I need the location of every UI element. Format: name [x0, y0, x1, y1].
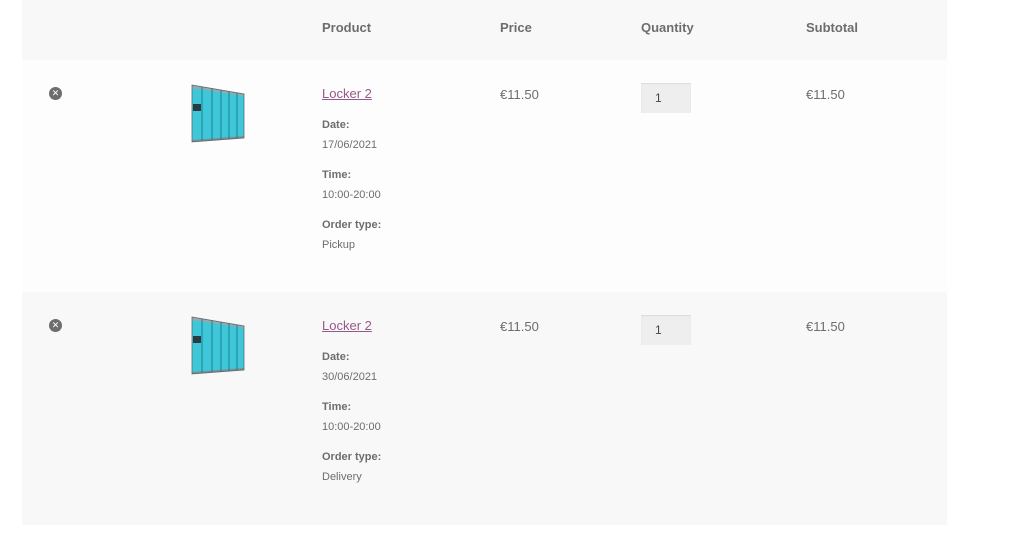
product-name-link[interactable]: Locker 2 — [322, 318, 482, 334]
time-value: 10:00-20:00 — [322, 189, 381, 201]
cart-table-header: Product Price Quantity Subtotal — [22, 0, 947, 60]
quantity-input[interactable] — [641, 83, 691, 113]
close-circle-icon: ✕ — [51, 320, 60, 330]
product-details: Locker 2 Date: 30/06/2021 Time: 10:00-20… — [322, 318, 482, 484]
product-name-link[interactable]: Locker 2 — [322, 86, 482, 102]
order-type-label: Order type: — [322, 451, 382, 463]
order-type-label: Order type: — [322, 219, 382, 231]
item-price: €11.50 — [500, 87, 539, 102]
order-type-value: Delivery — [322, 471, 362, 483]
time-label: Time: — [322, 401, 352, 413]
remove-item-button[interactable]: ✕ — [49, 87, 62, 100]
product-details: Locker 2 Date: 17/06/2021 Time: 10:00-20… — [322, 86, 482, 252]
header-price: Price — [500, 20, 532, 35]
cart-table: Product Price Quantity Subtotal ✕ Locker… — [22, 0, 947, 525]
order-type-value: Pickup — [322, 239, 356, 251]
date-value: 17/06/2021 — [322, 139, 378, 151]
header-subtotal: Subtotal — [806, 20, 858, 35]
cart-item-row: ✕ Locker 2 Date: 30/06/2021 Time: 10:00-… — [22, 292, 947, 525]
date-label: Date: — [322, 119, 350, 131]
time-value: 10:00-20:00 — [322, 421, 381, 433]
product-thumbnail-locker-image[interactable] — [191, 82, 245, 144]
remove-item-button[interactable]: ✕ — [49, 319, 62, 332]
date-value: 30/06/2021 — [322, 371, 378, 383]
header-quantity: Quantity — [641, 20, 694, 35]
date-label: Date: — [322, 351, 350, 363]
item-subtotal: €11.50 — [806, 319, 845, 334]
item-price: €11.50 — [500, 319, 539, 334]
product-thumbnail-locker-image[interactable] — [191, 314, 245, 376]
time-label: Time: — [322, 169, 352, 181]
item-subtotal: €11.50 — [806, 87, 845, 102]
close-circle-icon: ✕ — [51, 88, 60, 98]
quantity-input[interactable] — [641, 315, 691, 345]
header-product: Product — [322, 20, 372, 35]
cart-item-row: ✕ Locker 2 Date: 17/06/2021 Time: 10:00-… — [22, 60, 947, 292]
